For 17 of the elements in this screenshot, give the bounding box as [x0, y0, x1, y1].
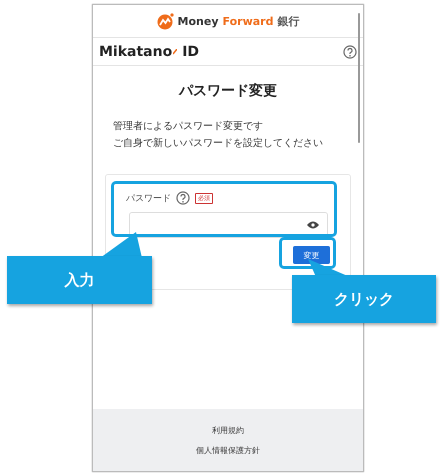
page-title: パスワード変更	[178, 82, 278, 100]
eye-icon[interactable]	[307, 221, 319, 229]
accent-mark-icon	[173, 48, 178, 54]
brand-name-accent: Forward	[222, 14, 274, 28]
change-button[interactable]: 変更	[293, 246, 330, 264]
description-text: 管理者によるパスワード変更です ご自身で新しいパスワードを設定してください	[113, 120, 324, 151]
app-suffix: ID	[182, 44, 200, 60]
password-label: パスワード	[126, 192, 171, 204]
brand-name: Money	[178, 14, 219, 28]
help-icon[interactable]	[343, 44, 357, 58]
app-name: Mikatano	[99, 44, 172, 60]
help-icon[interactable]	[176, 191, 190, 205]
footer-link[interactable]: 個人情報保護方針	[196, 444, 260, 456]
footer-link[interactable]: 利用規約	[212, 424, 244, 436]
password-field[interactable]	[129, 212, 328, 238]
logo-icon	[156, 12, 174, 30]
brand-suffix: 銀行	[277, 14, 300, 28]
